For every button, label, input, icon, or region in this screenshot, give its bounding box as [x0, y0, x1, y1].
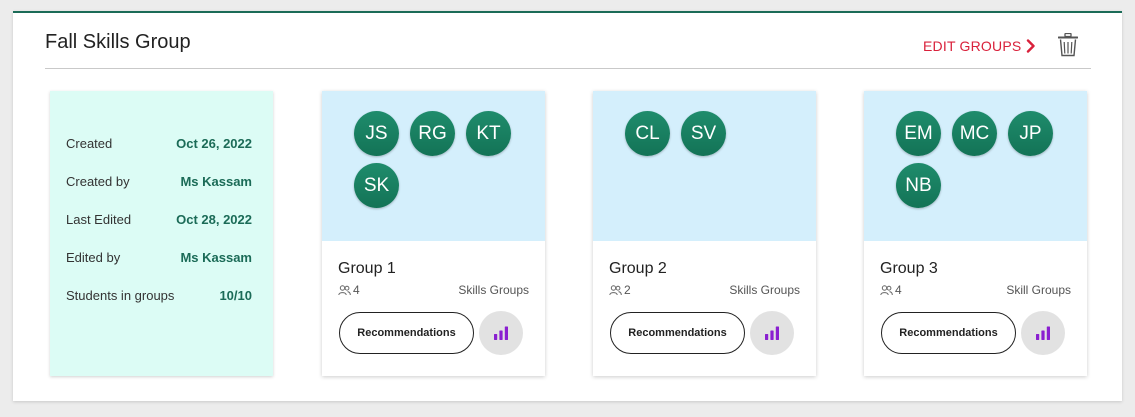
group-name: Group 3 — [880, 260, 938, 277]
info-label: Last Edited — [66, 212, 132, 227]
avatar[interactable]: SV — [681, 111, 726, 156]
avatar[interactable]: JS — [354, 111, 399, 156]
recommendations-button[interactable]: Recommendations — [339, 312, 474, 354]
edit-groups-link[interactable]: EDIT GROUPS — [923, 38, 1036, 54]
bar-chart-icon — [1036, 326, 1050, 340]
recommendations-button[interactable]: Recommendations — [610, 312, 745, 354]
avatar[interactable]: CL — [625, 111, 670, 156]
chevron-right-icon — [1027, 39, 1036, 53]
group-card[interactable]: CL SV Group 2 2 Skills Groups Recommenda… — [593, 91, 816, 376]
skills-group-panel: Fall Skills Group EDIT GROUPS Created Oc… — [13, 11, 1122, 401]
member-count: 4 — [880, 283, 902, 297]
member-count-value: 4 — [353, 283, 360, 297]
avatar[interactable]: NB — [896, 163, 941, 208]
group-members-area: JS RG KT SK — [322, 91, 545, 241]
group-type: Skills Groups — [729, 283, 800, 297]
bar-chart-icon — [494, 326, 508, 340]
group-members-area: CL SV — [593, 91, 816, 241]
info-label: Created — [66, 136, 113, 151]
info-label: Created by — [66, 174, 130, 189]
people-icon — [880, 284, 893, 295]
report-button[interactable] — [479, 311, 523, 355]
people-icon — [609, 284, 622, 295]
info-row-edited-by: Edited by Ms Kassam — [66, 250, 252, 265]
member-count: 2 — [609, 283, 631, 297]
info-row-students-in-groups: Students in groups 10/10 — [66, 288, 252, 303]
group-members-area: EM MC JP NB — [864, 91, 1087, 241]
member-count: 4 — [338, 283, 360, 297]
group-card[interactable]: JS RG KT SK Group 1 4 Skills Groups Reco… — [322, 91, 545, 376]
info-label: Edited by — [66, 250, 121, 265]
group-type: Skill Groups — [1006, 283, 1071, 297]
member-count-value: 4 — [895, 283, 902, 297]
info-value: 10/10 — [219, 288, 252, 303]
info-label: Students in groups — [66, 288, 175, 303]
avatar[interactable]: JP — [1008, 111, 1053, 156]
header-divider — [45, 68, 1091, 69]
group-type: Skills Groups — [458, 283, 529, 297]
info-value: Oct 28, 2022 — [176, 212, 252, 227]
info-row-created-by: Created by Ms Kassam — [66, 174, 252, 189]
avatar[interactable]: RG — [410, 111, 455, 156]
group-name: Group 1 — [338, 260, 396, 277]
bar-chart-icon — [765, 326, 779, 340]
avatar[interactable]: SK — [354, 163, 399, 208]
page-title: Fall Skills Group — [45, 31, 191, 53]
trash-icon[interactable] — [1057, 33, 1079, 57]
report-button[interactable] — [1021, 311, 1065, 355]
avatar[interactable]: EM — [896, 111, 941, 156]
group-name: Group 2 — [609, 260, 667, 277]
people-icon — [338, 284, 351, 295]
info-row-last-edited: Last Edited Oct 28, 2022 — [66, 212, 252, 227]
info-value: Ms Kassam — [180, 250, 252, 265]
avatar[interactable]: MC — [952, 111, 997, 156]
group-card[interactable]: EM MC JP NB Group 3 4 Skill Groups Recom… — [864, 91, 1087, 376]
avatar[interactable]: KT — [466, 111, 511, 156]
member-count-value: 2 — [624, 283, 631, 297]
info-row-created: Created Oct 26, 2022 — [66, 136, 252, 151]
info-value: Ms Kassam — [180, 174, 252, 189]
report-button[interactable] — [750, 311, 794, 355]
edit-groups-label: EDIT GROUPS — [923, 38, 1022, 54]
recommendations-button[interactable]: Recommendations — [881, 312, 1016, 354]
info-value: Oct 26, 2022 — [176, 136, 252, 151]
group-set-info-card: Created Oct 26, 2022 Created by Ms Kassa… — [50, 91, 273, 376]
